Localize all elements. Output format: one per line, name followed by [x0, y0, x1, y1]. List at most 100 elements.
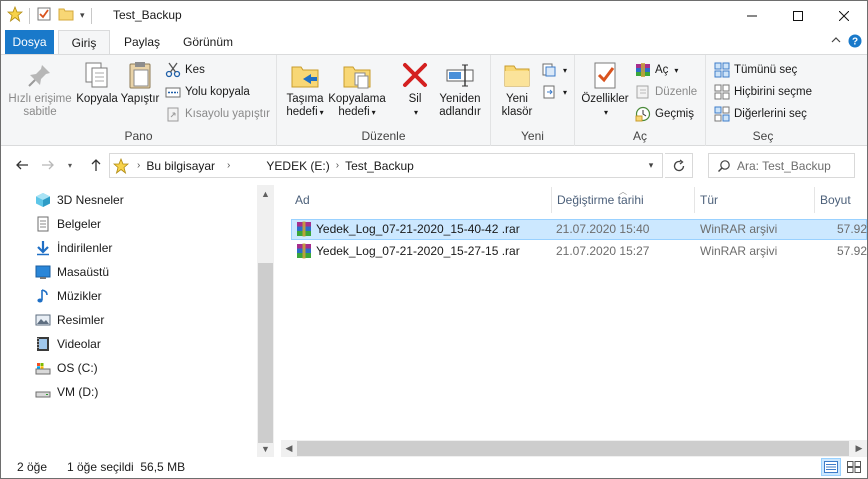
- invert-selection-button[interactable]: Diğerlerini seç: [714, 104, 807, 124]
- history-label: Geçmiş: [655, 108, 694, 120]
- drive-c-icon: [35, 360, 51, 376]
- select-all-button[interactable]: Tümünü seç: [714, 60, 797, 80]
- clipboard-group-label: Pano: [124, 129, 153, 143]
- move-to-button[interactable]: Taşıma hedefi ▾: [281, 59, 329, 119]
- nav-item-music[interactable]: Müzikler: [35, 285, 102, 307]
- history-button[interactable]: Geçmiş: [635, 104, 694, 124]
- nav-item-drive-d[interactable]: VM (D:): [35, 381, 98, 403]
- table-row[interactable]: Yedek_Log_07-21-2020_15-27-15 .rar 21.07…: [291, 241, 867, 262]
- search-box[interactable]: Ara: Test_Backup: [708, 153, 855, 178]
- open-button[interactable]: Aç ▾: [635, 60, 678, 80]
- file-type: WinRAR arşivi: [700, 222, 778, 236]
- maximize-button[interactable]: [775, 1, 821, 30]
- scroll-left-arrow-icon[interactable]: ◀: [281, 440, 297, 457]
- ribbon-collapse-icon[interactable]: [830, 34, 842, 49]
- new-folder-qat-icon[interactable]: [58, 6, 74, 25]
- column-header-name[interactable]: Ad: [289, 185, 551, 215]
- horizontal-scrollbar-thumb[interactable]: [297, 441, 849, 456]
- forward-button[interactable]: [39, 156, 57, 174]
- recent-locations-button[interactable]: ▾: [61, 156, 79, 174]
- scroll-right-arrow-icon[interactable]: ▶: [851, 440, 867, 457]
- navigation-pane: 3D Nesneler Belgeler İndirilenler Masaüs…: [1, 185, 274, 457]
- edit-button[interactable]: Düzenle: [635, 82, 697, 102]
- invert-selection-label: Diğerlerini seç: [734, 108, 807, 120]
- table-row[interactable]: Yedek_Log_07-21-2020_15-40-42 .rar 21.07…: [291, 219, 867, 240]
- new-item-button[interactable]: ▾: [541, 60, 567, 80]
- 3d-objects-icon: [35, 192, 51, 208]
- copy-path-button[interactable]: Yolu kopyala: [165, 82, 250, 102]
- refresh-icon: [673, 158, 684, 171]
- paste-shortcut-button[interactable]: Kısayolu yapıştır: [165, 104, 270, 124]
- paste-button[interactable]: Yapıştır: [119, 59, 161, 106]
- large-icons-view-icon: [847, 461, 861, 473]
- nav-item-drive-c[interactable]: OS (C:): [35, 357, 98, 379]
- file-size: 57.92: [837, 244, 868, 258]
- breadcrumb-chevron-icon[interactable]: ›: [336, 160, 339, 171]
- nav-item-label: OS (C:): [57, 361, 98, 375]
- nav-item-desktop[interactable]: Masaüstü: [35, 261, 109, 283]
- file-list-horizontal-scrollbar[interactable]: ◀ ▶: [281, 440, 867, 457]
- easy-access-button[interactable]: ▾: [541, 82, 567, 102]
- nav-item-3d-objects[interactable]: 3D Nesneler: [35, 189, 124, 211]
- qat-dropdown-icon[interactable]: ▾: [80, 10, 85, 21]
- column-header-date[interactable]: Değiştirme tarihi: [551, 185, 694, 215]
- winrar-open-icon: [635, 62, 651, 78]
- help-icon[interactable]: ?: [848, 34, 862, 51]
- move-to-label-line2: hedefi ▾: [286, 106, 323, 119]
- details-view-button[interactable]: [821, 458, 841, 476]
- tab-view[interactable]: Görünüm: [173, 30, 243, 54]
- properties-check-icon[interactable]: [36, 6, 52, 25]
- delete-button[interactable]: Sil ▾: [397, 59, 433, 119]
- up-button[interactable]: [87, 156, 105, 174]
- tab-file[interactable]: Dosya: [5, 30, 54, 54]
- column-header-type[interactable]: Tür: [694, 185, 814, 215]
- tab-home[interactable]: Giriş: [58, 30, 110, 55]
- file-list: ︿ Ad Değiştirme tarihi Tür Boyut Yedek_L…: [281, 185, 867, 457]
- breadcrumb-test-backup[interactable]: Test_Backup: [345, 159, 414, 173]
- rename-button[interactable]: Yeniden adlandır: [435, 59, 485, 119]
- minimize-button[interactable]: [729, 1, 775, 30]
- cut-button[interactable]: Kes: [165, 60, 205, 80]
- pin-icon: [24, 59, 56, 91]
- close-button[interactable]: [821, 1, 867, 30]
- nav-item-videos[interactable]: Videolar: [35, 333, 101, 355]
- open-group: Özellikler ▾ Aç ▾ Düzenle Geçmiş Aç: [575, 55, 706, 146]
- scroll-down-arrow-icon[interactable]: ▼: [257, 440, 274, 457]
- svg-text:?: ?: [852, 37, 858, 48]
- item-count: 2 öğe: [17, 460, 48, 474]
- column-header-size[interactable]: Boyut: [814, 185, 867, 215]
- nav-pane-scrollbar-thumb[interactable]: [258, 263, 273, 443]
- nav-item-documents[interactable]: Belgeler: [35, 213, 101, 235]
- select-none-button[interactable]: Hiçbirini seçme: [714, 82, 812, 102]
- copy-button[interactable]: Kopyala: [76, 59, 118, 106]
- breadcrumb-chevron-icon[interactable]: ›: [137, 160, 140, 171]
- tab-share[interactable]: Paylaş: [114, 30, 170, 54]
- desktop-icon: [35, 264, 51, 280]
- qat-divider-2: [90, 7, 92, 24]
- breadcrumb-drive-e[interactable]: YEDEK (E:): [266, 159, 329, 173]
- copy-to-button[interactable]: Kopyalama hedefi ▾: [328, 59, 386, 119]
- properties-button[interactable]: Özellikler ▾: [579, 59, 631, 119]
- large-icons-view-button[interactable]: [844, 458, 864, 476]
- chevron-down-icon: ▾: [648, 160, 654, 170]
- nav-item-pictures[interactable]: Resimler: [35, 309, 104, 331]
- nav-item-downloads[interactable]: İndirilenler: [35, 237, 112, 259]
- address-history-dropdown[interactable]: ▾: [640, 154, 662, 177]
- scroll-up-arrow-icon[interactable]: ▲: [257, 185, 274, 202]
- new-folder-button[interactable]: Yeni klasör: [497, 59, 537, 119]
- breadcrumb-chevron-icon[interactable]: ›: [227, 160, 230, 171]
- refresh-button[interactable]: [665, 153, 693, 178]
- new-folder-icon: [501, 59, 533, 91]
- open-caret-icon: ▾: [674, 65, 679, 75]
- breadcrumb-this-pc[interactable]: Bu bilgisayar: [146, 159, 215, 173]
- star-icon[interactable]: [6, 5, 24, 25]
- back-button[interactable]: [13, 156, 31, 174]
- address-bar[interactable]: › Bu bilgisayar › YEDEK (E:) › Test_Back…: [109, 153, 663, 178]
- nav-item-label: Resimler: [57, 313, 105, 327]
- recent-chevron-icon: ▾: [67, 160, 72, 170]
- nav-item-label: Masaüstü: [57, 265, 110, 279]
- file-name: Yedek_Log_07-21-2020_15-40-42 .rar: [316, 222, 520, 236]
- pin-quick-access-button[interactable]: Hızlı erişime sabitle: [7, 59, 73, 119]
- select-none-label: Hiçbirini seçme: [734, 86, 812, 98]
- nav-pane-scrollbar[interactable]: ▲ ▼: [257, 185, 274, 457]
